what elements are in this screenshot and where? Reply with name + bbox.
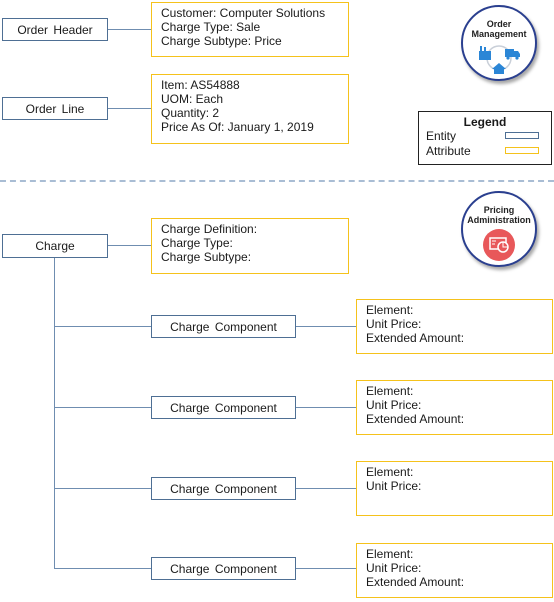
attribute-line: Element:	[366, 303, 414, 317]
pricing-administration-badge: Pricing Administration	[461, 191, 537, 267]
charge-component-attributes: Element: Unit Price:	[356, 461, 553, 516]
charge-component-entity: Charge Component	[151, 477, 296, 500]
order-header-entity: Order Header	[2, 18, 108, 41]
attribute-line: Extended Amount:	[366, 331, 465, 345]
charge-component-attributes: Element: Unit Price: Extended Amount:	[356, 543, 553, 598]
attribute-line: Charge Definition:	[161, 222, 258, 236]
legend-entity-label: Entity	[426, 129, 457, 143]
order-header-connector	[108, 29, 151, 30]
charge-connector	[108, 245, 151, 246]
legend-attribute-swatch	[505, 147, 539, 154]
legend: Legend Entity Attribute	[418, 111, 552, 165]
pricing-icon	[483, 229, 515, 261]
component-connector	[296, 407, 356, 408]
badge-title-line1: Order	[486, 19, 512, 29]
attribute-line: UOM: Each	[161, 92, 224, 106]
attribute-line: Extended Amount:	[366, 412, 465, 426]
order-line-attributes: Item: AS54888 UOM: Each Quantity: 2 Pric…	[151, 74, 349, 144]
component-connector	[296, 326, 356, 327]
badge-title-line2: Administration	[467, 215, 531, 225]
badge-title-line1: Pricing	[483, 205, 515, 215]
charge-component-label: Charge Component	[170, 400, 277, 415]
attribute-line: Unit Price:	[366, 479, 422, 493]
legend-entity-swatch	[505, 132, 539, 139]
order-line-label: Order Line	[25, 101, 85, 116]
charge-trunk-line	[54, 258, 55, 569]
charge-component-label: Charge Component	[170, 481, 277, 496]
attribute-line: Unit Price:	[366, 398, 422, 412]
component-branch-line	[54, 488, 151, 489]
charge-entity: Charge	[2, 234, 108, 258]
charge-component-attributes: Element: Unit Price: Extended Amount:	[356, 299, 553, 354]
attribute-line: Unit Price:	[366, 317, 422, 331]
truck-icon	[505, 49, 520, 60]
section-divider	[0, 180, 554, 182]
order-header-attributes: Customer: Computer Solutions Charge Type…	[151, 2, 349, 57]
attribute-line: Charge Subtype:	[161, 250, 252, 264]
attribute-line: Price As Of: January 1, 2019	[161, 120, 314, 134]
charge-component-entity: Charge Component	[151, 557, 296, 580]
attribute-line: Charge Type: Sale	[161, 20, 261, 34]
attribute-line: Unit Price:	[366, 561, 422, 575]
charge-component-entity: Charge Component	[151, 315, 296, 338]
attribute-line: Element:	[366, 547, 414, 561]
charge-component-label: Charge Component	[170, 561, 277, 576]
attribute-line: Element:	[366, 465, 414, 479]
charge-component-label: Charge Component	[170, 319, 277, 334]
attribute-line: Element:	[366, 384, 414, 398]
attribute-line: Item: AS54888	[161, 78, 240, 92]
charge-attributes: Charge Definition: Charge Type: Charge S…	[151, 218, 349, 274]
order-header-label: Order Header	[17, 22, 93, 37]
attribute-line: Charge Type:	[161, 236, 233, 250]
order-line-connector	[108, 108, 151, 109]
component-branch-line	[54, 407, 151, 408]
charge-label: Charge	[35, 239, 75, 253]
attribute-line: Extended Amount:	[366, 575, 465, 589]
component-connector	[296, 568, 356, 569]
component-branch-line	[54, 326, 151, 327]
supply-chain-icon	[479, 45, 520, 74]
legend-attribute-label: Attribute	[426, 144, 471, 158]
badge-title-line2: Management	[471, 29, 527, 39]
component-connector	[296, 488, 356, 489]
charge-component-entity: Charge Component	[151, 396, 296, 419]
legend-title: Legend	[463, 115, 507, 129]
attribute-line: Charge Subtype: Price	[161, 34, 282, 48]
order-management-badge: Order Management	[461, 5, 537, 81]
attribute-line: Customer: Computer Solutions	[161, 6, 326, 20]
factory-icon	[479, 46, 491, 60]
order-line-entity: Order Line	[2, 97, 108, 120]
house-icon	[492, 63, 506, 74]
charge-component-attributes: Element: Unit Price: Extended Amount:	[356, 380, 553, 435]
attribute-line: Quantity: 2	[161, 106, 220, 120]
component-branch-line	[54, 568, 151, 569]
